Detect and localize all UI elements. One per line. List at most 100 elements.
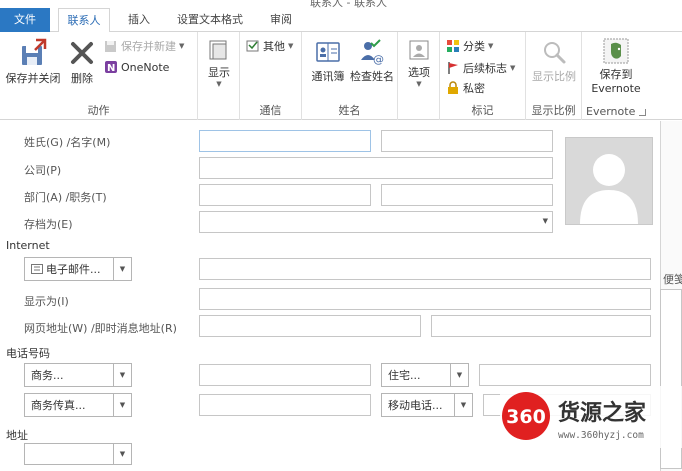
chevron-down-icon: ▼ — [416, 80, 422, 88]
chevron-down-icon: ▼ — [113, 258, 131, 280]
notes-label: 便笺 — [663, 273, 682, 286]
group-tags-label: 标记 — [471, 104, 494, 117]
group-evernote: 保存到 Evernote Evernote — [582, 32, 650, 120]
other-button[interactable]: 其他 ▼ — [246, 38, 293, 54]
delete-label: 删除 — [71, 72, 93, 85]
watermark-logo: 360 货源之家 www.360hyzj.com — [502, 392, 647, 441]
group-names-label: 姓名 — [338, 104, 361, 117]
display-as-label: 显示为(I) — [24, 295, 69, 308]
other-label: 其他 — [263, 40, 285, 53]
email-input[interactable] — [199, 258, 651, 280]
dept-label: 部门(A) /职务(T) — [24, 191, 107, 204]
phone-biz-fax-label: 商务传真... — [31, 399, 86, 412]
options-label: 选项 — [408, 66, 430, 79]
department-input[interactable] — [199, 184, 371, 206]
group-zoom: 显示比例 显示比例 — [526, 32, 582, 120]
phone-mobile-label: 移动电话... — [388, 399, 443, 412]
flag-icon — [448, 62, 458, 74]
watermark-brand: 360 — [506, 406, 546, 428]
phone-business-input[interactable] — [199, 364, 371, 386]
group-tags: 分类 ▼ 后续标志 ▼ 私密 标记 — [440, 32, 526, 120]
private-label: 私密 — [463, 82, 485, 95]
file-as-label: 存档为(E) — [24, 218, 73, 231]
web-im-label: 网页地址(W) /即时消息地址(R) — [24, 322, 177, 335]
address-section-title: 地址 — [6, 429, 28, 442]
zoom-button[interactable]: 显示比例 — [528, 38, 580, 84]
group-actions-label: 动作 — [87, 104, 110, 117]
chevron-down-icon: ▼ — [216, 80, 222, 88]
categorize-label: 分类 — [463, 40, 485, 53]
group-actions: 保存并关闭 删除 保存并新建 ▼ N OneNote 动作 — [0, 32, 198, 120]
check-names-button[interactable]: @ 检查姓名 — [348, 38, 396, 84]
phone-home-input[interactable] — [479, 364, 651, 386]
email-type-dropdown[interactable]: 电子邮件... ▼ — [24, 257, 132, 281]
options-button[interactable]: 选项 ▼ — [402, 38, 436, 88]
card-icon — [31, 264, 43, 274]
evernote-icon — [603, 38, 629, 64]
save-new-button[interactable]: 保存并新建 ▼ — [104, 38, 184, 54]
tab-insert[interactable]: 插入 — [118, 8, 160, 32]
watermark-url: www.360hyzj.com — [558, 430, 644, 441]
tab-contact[interactable]: 联系人 — [58, 8, 110, 33]
display-as-input[interactable] — [199, 288, 651, 310]
chevron-down-icon: ▼ — [510, 64, 516, 72]
im-address-input[interactable] — [431, 315, 651, 337]
lock-icon — [448, 81, 458, 94]
save-new-icon — [105, 41, 116, 52]
contact-photo[interactable] — [565, 137, 653, 225]
evernote-line2: Evernote — [591, 82, 641, 95]
magnifier-icon — [544, 42, 566, 64]
phone-home-label: 住宅... — [388, 369, 421, 382]
avatar-icon — [580, 154, 638, 224]
save-close-button[interactable]: 保存并关闭 — [4, 38, 62, 86]
check-names-label: 检查姓名 — [350, 70, 394, 83]
onenote-icon: N — [105, 61, 117, 74]
phone-home-dropdown[interactable]: 住宅... ▼ — [381, 363, 469, 387]
email-button-label: 电子邮件... — [46, 263, 101, 276]
name-label: 姓氏(G) /名字(M) — [24, 136, 111, 149]
ribbon-tabs: 文件 联系人 插入 设置文本格式 审阅 — [0, 8, 682, 33]
private-button[interactable]: 私密 — [446, 80, 485, 96]
chevron-down-icon: ▼ — [288, 42, 294, 50]
watermark-text: 货源之家 — [558, 400, 647, 426]
show-label: 显示 — [208, 66, 230, 79]
chevron-down-icon: ▼ — [179, 42, 185, 50]
tab-review[interactable]: 审阅 — [260, 8, 302, 32]
phone-mobile-dropdown[interactable]: 移动电话... ▼ — [381, 393, 473, 417]
show-icon — [209, 40, 227, 60]
delete-button[interactable]: 删除 — [64, 38, 100, 86]
watermark: 360 货源之家 www.360hyzj.com — [500, 386, 682, 448]
svg-text:@: @ — [373, 53, 384, 66]
address-book-button[interactable]: 通讯簿 — [308, 38, 348, 84]
phone-biz-fax-dropdown[interactable]: 商务传真... ▼ — [24, 393, 132, 417]
categorize-button[interactable]: 分类 ▼ — [446, 38, 493, 54]
company-label: 公司(P) — [24, 164, 62, 177]
follow-up-label: 后续标志 — [463, 62, 507, 75]
phone-business-dropdown[interactable]: 商务... ▼ — [24, 363, 132, 387]
group-options: 选项 ▼ — [398, 32, 440, 120]
last-name-input[interactable] — [199, 130, 371, 152]
dialog-launcher-icon[interactable] — [639, 109, 646, 116]
tab-format-text[interactable]: 设置文本格式 — [168, 8, 252, 32]
phone-biz-fax-input[interactable] — [199, 394, 371, 416]
web-address-input[interactable] — [199, 315, 421, 337]
address-type-dropdown[interactable]: ▼ — [24, 443, 132, 465]
job-title-input[interactable] — [381, 184, 553, 206]
file-as-select[interactable]: ▼ — [199, 211, 553, 233]
tab-file[interactable]: 文件 — [0, 8, 50, 32]
save-new-label: 保存并新建 — [121, 40, 176, 53]
follow-up-button[interactable]: 后续标志 ▼ — [446, 60, 515, 76]
chevron-down-icon: ▼ — [113, 364, 131, 386]
company-input[interactable] — [199, 157, 553, 179]
phone-section-title: 电话号码 — [6, 347, 50, 360]
save-to-evernote-button[interactable]: 保存到 Evernote — [586, 38, 646, 95]
show-button[interactable]: 显示 ▼ — [202, 38, 236, 88]
onenote-button[interactable]: N OneNote — [104, 60, 169, 74]
save-close-label: 保存并关闭 — [5, 72, 61, 85]
evernote-line1: 保存到 — [599, 68, 633, 81]
address-book-label: 通讯簿 — [311, 70, 345, 83]
first-name-input[interactable] — [381, 130, 553, 152]
categorize-icon — [447, 40, 459, 52]
group-zoom-label: 显示比例 — [531, 104, 576, 117]
delete-icon — [71, 42, 93, 64]
